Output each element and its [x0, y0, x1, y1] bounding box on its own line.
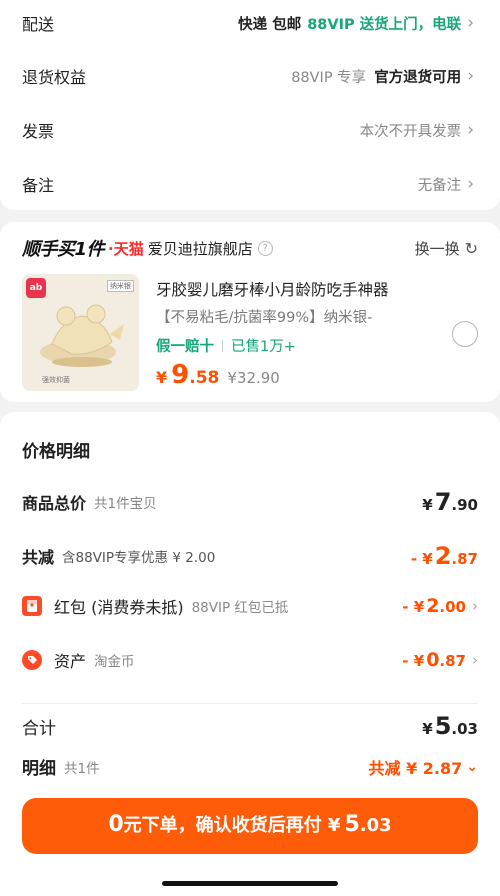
price-integer: 9 [171, 360, 190, 390]
delivery-label: 配送 [22, 15, 55, 34]
add-on-product-card: 顺手买1件 ·天猫 爱贝迪拉旗舰店 ? 换一换 ↻ ab 纳米银 强效抑菌 牙胶… [0, 222, 500, 402]
product-title[interactable]: 牙胶婴儿磨牙棒小月龄防吃手神器 [156, 278, 389, 300]
discount-sub: 含88VIP专享优惠 ¥ 2.00 [62, 550, 216, 566]
sum-label: 合计 [22, 718, 56, 739]
assets-amount: - ¥0.87 [402, 649, 466, 671]
detail-sub: 共1件 [64, 760, 100, 777]
shop-name[interactable]: 爱贝迪拉旗舰店 [148, 238, 253, 259]
delivery-row[interactable]: 配送 快递 包邮 88VIP 送货上门，电联 › [22, 0, 474, 50]
redpacket-amount: - ¥2.00 [402, 595, 466, 617]
thumb-tag: 纳米银 [107, 280, 134, 292]
total-row: 商品总价 共1件宝贝 ¥7.90 [22, 488, 478, 516]
returns-label: 退货权益 [22, 68, 87, 87]
tmall-logo: ·天猫 [108, 239, 144, 258]
detail-label: 明细 [22, 759, 56, 779]
guarantee-badge: 假一赔十 [156, 339, 214, 355]
discount-amount: - ¥2.87 [410, 542, 478, 570]
price-currency: ¥ [156, 368, 168, 387]
returns-row[interactable]: 退货权益 88VIP 专享 官方退货可用 › [22, 49, 474, 103]
redpacket-row[interactable]: 红包 (消费券未抵) 88VIP 红包已抵 - ¥2.00 › [22, 594, 478, 618]
swap-label: 换一换 [414, 239, 460, 258]
price-decimal: .58 [189, 368, 220, 388]
tag-icon [22, 650, 42, 670]
home-indicator [162, 881, 338, 886]
cta-amount-dec: .03 [359, 815, 392, 836]
invoice-row[interactable]: 发票 本次不开具发票 › [22, 103, 474, 157]
redpacket-sub: 88VIP 红包已抵 [191, 600, 289, 616]
chevron-right-icon: › [467, 13, 474, 33]
cta-amount-int: 5 [344, 812, 360, 837]
chevron-right-icon: › [472, 651, 478, 669]
chevron-right-icon: › [467, 174, 474, 194]
original-price: ¥32.90 [227, 369, 280, 387]
divider [222, 339, 223, 352]
total-label: 商品总价 [22, 494, 87, 513]
redpacket-label: 红包 (消费券未抵) [54, 598, 184, 617]
price-detail-title: 价格明细 [22, 442, 90, 462]
swap-button[interactable]: 换一换 ↻ [415, 238, 478, 259]
detail-toggle[interactable]: 共减 ¥ 2.87 ⌄ [369, 755, 479, 779]
product-meta: 假一赔十 已售1万+ [156, 335, 296, 356]
cta-zero: 0 [108, 812, 124, 837]
cta-text: 元下单，确认收货后再付 ¥ [123, 815, 341, 836]
submit-order-button[interactable]: 0 元下单，确认收货后再付 ¥ 5 .03 [22, 798, 478, 854]
invoice-value: 本次不开具发票 [359, 123, 462, 140]
sum-row: 合计 ¥5.03 [22, 712, 478, 740]
detail-row[interactable]: 明细 共1件 共减 ¥ 2.87 ⌄ [22, 754, 479, 780]
invoice-label: 发票 [22, 122, 55, 141]
vip-delivery: 88VIP 送货上门，电联 [307, 16, 462, 33]
sold-count: 已售1万+ [231, 339, 296, 355]
delivery-method: 快递 包邮 [238, 16, 302, 33]
returns-value: 官方退货可用 [374, 69, 462, 86]
thumb-caption: 强效抑菌 [42, 376, 70, 384]
chevron-right-icon: › [467, 66, 474, 86]
assets-row[interactable]: 资产 淘金币 - ¥0.87 › [22, 648, 478, 672]
teether-toy-image [40, 304, 124, 367]
discount-row: 共减 含88VIP专享优惠 ¥ 2.00 - ¥2.87 [22, 542, 478, 570]
red-packet-icon [22, 596, 42, 616]
select-product-radio[interactable] [452, 321, 478, 347]
note-value: 无备注 [417, 177, 462, 194]
price-detail-card: 价格明细 商品总价 共1件宝贝 ¥7.90 共减 含88VIP专享优惠 ¥ 2.… [0, 412, 500, 896]
refresh-icon: ↻ [464, 238, 478, 258]
product-desc: 【不易粘毛/抗菌率99%】纳米银- [156, 310, 373, 326]
help-icon[interactable]: ? [257, 240, 273, 256]
returns-vip: 88VIP 专享 [291, 69, 367, 86]
assets-sub: 淘金币 [94, 654, 135, 670]
detail-discount: 共减 ¥ 2.87 [368, 758, 463, 778]
note-row[interactable]: 备注 无备注 › [22, 157, 474, 211]
product-price: ¥ 9 .58 ¥32.90 [156, 360, 280, 390]
shunshoumai-logo: 顺手买1件 [22, 239, 105, 260]
total-sub: 共1件宝贝 [94, 496, 157, 512]
note-label: 备注 [22, 176, 55, 195]
shop-header: 顺手买1件 ·天猫 爱贝迪拉旗舰店 ? 换一换 ↻ [22, 236, 478, 261]
assets-label: 资产 [54, 652, 87, 671]
double-chevron-down-icon: ⌄ [466, 758, 478, 775]
chevron-right-icon: › [472, 597, 478, 615]
total-amount: ¥7.90 [422, 488, 478, 516]
divider [22, 703, 478, 704]
sum-amount: ¥5.03 [422, 712, 478, 740]
discount-label: 共减 [22, 548, 55, 567]
chevron-right-icon: › [467, 120, 474, 140]
product-thumbnail[interactable]: ab 纳米银 强效抑菌 [22, 274, 139, 391]
order-settings-card: 配送 快递 包邮 88VIP 送货上门，电联 › 退货权益 88VIP 专享 官… [0, 0, 500, 210]
